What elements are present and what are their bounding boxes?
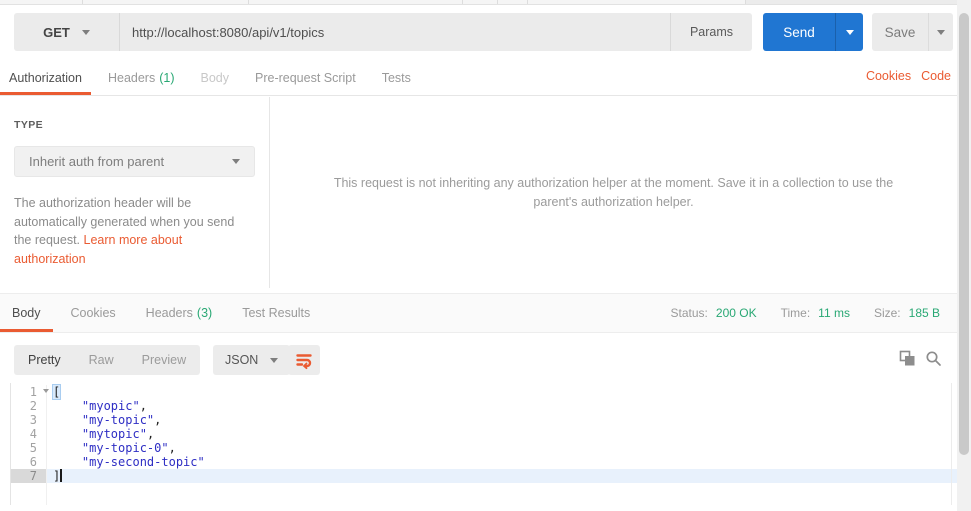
- send-options-button[interactable]: [835, 13, 863, 51]
- save-options-button[interactable]: [928, 13, 953, 51]
- response-tab-cookies[interactable]: Cookies: [59, 294, 128, 332]
- code-line: 2 "myopic",: [11, 399, 957, 413]
- search-icon: [925, 351, 941, 366]
- tab-authorization[interactable]: Authorization: [0, 60, 91, 95]
- view-preview-button[interactable]: Preview: [128, 345, 200, 375]
- code-line-content: ]: [47, 469, 957, 483]
- auth-type-label: TYPE: [14, 119, 44, 131]
- request-tabstrip: [0, 0, 957, 5]
- auth-description: The authorization header will be automat…: [14, 196, 235, 266]
- auth-helper-message: This request is not inheriting any autho…: [333, 175, 894, 209]
- response-tools: [898, 334, 942, 383]
- size-label: Size:: [873, 306, 901, 320]
- request-tabs: Authorization Headers (1) Body Pre-reque…: [0, 60, 957, 96]
- url-input[interactable]: http://localhost:8080/api/v1/topics: [120, 13, 671, 51]
- response-headers-count-badge: (3): [196, 306, 213, 320]
- scrollbar-thumb[interactable]: [959, 13, 969, 455]
- code-line: 6 "my-second-topic": [11, 455, 957, 469]
- line-number: 7: [11, 469, 47, 483]
- gutter-filler: [11, 483, 47, 505]
- code-line-content: "my-topic-0",: [81, 441, 176, 455]
- params-button[interactable]: Params: [671, 13, 752, 51]
- auth-type-column: TYPE Inherit auth from parent The author…: [0, 97, 270, 288]
- postman-request-view: GET http://localhost:8080/api/v1/topics …: [0, 0, 971, 511]
- line-number: 3: [11, 413, 47, 427]
- response-toolbar: Pretty Raw Preview JSON: [0, 334, 957, 383]
- time-label: Time:: [780, 306, 811, 320]
- status-value: 200 OK: [715, 306, 757, 320]
- response-tab-test-results[interactable]: Test Results: [230, 294, 322, 332]
- vertical-scrollbar[interactable]: [957, 0, 971, 511]
- language-value: JSON: [225, 353, 259, 367]
- cookies-link[interactable]: Cookies: [866, 69, 911, 83]
- code-line: 4 "mytopic",: [11, 427, 957, 441]
- auth-type-value: Inherit auth from parent: [29, 154, 165, 169]
- tab-body[interactable]: Body: [192, 60, 239, 95]
- wrap-text-icon: [296, 354, 312, 370]
- request-url-bar: GET http://localhost:8080/api/v1/topics …: [14, 13, 752, 51]
- tab-headers[interactable]: Headers (1): [99, 60, 184, 95]
- language-select[interactable]: JSON: [213, 345, 291, 375]
- send-split-button: Send: [763, 13, 863, 51]
- wrap-text-button[interactable]: [288, 345, 320, 375]
- method-caret-icon: [81, 29, 90, 35]
- tabstrip-empty-area: [745, 0, 957, 4]
- send-button[interactable]: Send: [763, 13, 835, 51]
- code-line-content: "myopic",: [81, 399, 147, 413]
- line-number: 1: [11, 385, 49, 399]
- code-line: 7]: [11, 469, 957, 483]
- view-raw-button[interactable]: Raw: [75, 345, 128, 375]
- search-response-button[interactable]: [924, 350, 942, 368]
- response-meta: Status: 200 OK Time: 11 ms Size: 185 B: [671, 294, 940, 332]
- response-code-lines: 1[2 "myopic", 3 "my-topic", 4 "mytopic", 5 …: [0, 384, 957, 483]
- response-header: Body Cookies Headers (3) Test Results St…: [0, 293, 957, 333]
- tab-tests[interactable]: Tests: [373, 60, 420, 95]
- code-line-content: "mytopic",: [81, 427, 155, 441]
- line-number: 4: [11, 427, 47, 441]
- copy-response-button[interactable]: [898, 350, 916, 368]
- save-caret-icon: [937, 29, 945, 35]
- code-line: 1[: [11, 384, 957, 400]
- code-line-content: "my-topic",: [81, 413, 162, 427]
- auth-type-select[interactable]: Inherit auth from parent: [14, 146, 255, 177]
- code-line-content: [: [51, 384, 62, 400]
- response-tab-headers[interactable]: Headers (3): [134, 294, 225, 332]
- method-label: GET: [43, 24, 70, 40]
- line-number: 5: [11, 441, 47, 455]
- headers-count-badge: (1): [159, 70, 175, 85]
- status-label: Status:: [670, 306, 708, 320]
- save-split-button: Save: [872, 13, 953, 51]
- line-number: 6: [11, 455, 47, 469]
- view-mode-switcher: Pretty Raw Preview: [14, 345, 201, 375]
- code-line: 5 "my-topic-0",: [11, 441, 957, 455]
- save-button[interactable]: Save: [872, 13, 928, 51]
- text-cursor: [60, 469, 62, 482]
- view-pretty-button[interactable]: Pretty: [14, 345, 75, 375]
- code-right-border: [951, 383, 952, 505]
- time-value: 11 ms: [818, 306, 850, 320]
- auth-type-caret-icon: [232, 159, 240, 164]
- code-link[interactable]: Code: [921, 69, 951, 83]
- code-line-content: "my-second-topic": [81, 455, 205, 469]
- response-body-viewer[interactable]: 1[2 "myopic", 3 "my-topic", 4 "mytopic", 5 …: [0, 383, 957, 511]
- fold-caret-icon[interactable]: [43, 389, 49, 393]
- language-caret-icon: [270, 357, 279, 363]
- copy-icon: [899, 350, 914, 366]
- url-text: http://localhost:8080/api/v1/topics: [132, 24, 325, 40]
- size-value: 185 B: [908, 306, 940, 320]
- authorization-panel: TYPE Inherit auth from parent The author…: [0, 97, 957, 288]
- auth-helper-column: This request is not inheriting any autho…: [270, 97, 957, 288]
- send-caret-icon: [845, 29, 854, 35]
- line-number: 2: [11, 399, 47, 413]
- method-selector[interactable]: GET: [14, 13, 120, 51]
- request-corner-links: Cookies Code: [866, 60, 951, 92]
- response-tab-body[interactable]: Body: [0, 294, 53, 332]
- tab-pre-request-script[interactable]: Pre-request Script: [246, 60, 365, 95]
- code-line: 3 "my-topic",: [11, 413, 957, 427]
